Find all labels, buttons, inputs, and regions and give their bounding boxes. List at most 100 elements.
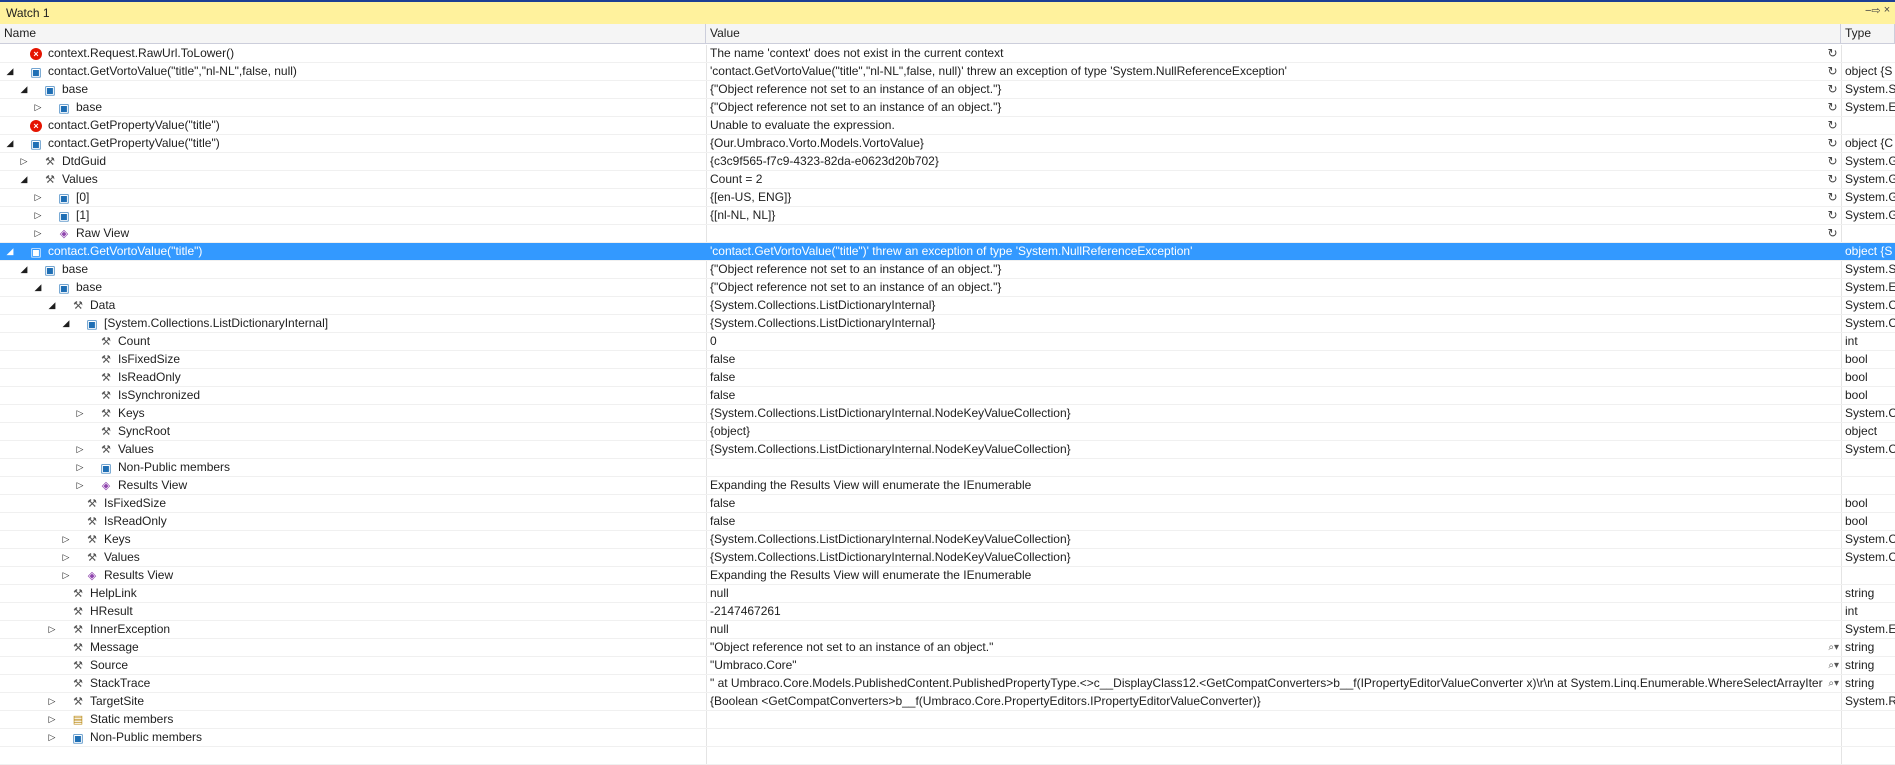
expand-arrow-icon[interactable]: ▷ [46, 711, 58, 728]
watch-value-cell[interactable]: {object} [706, 423, 1841, 440]
watch-name-cell[interactable]: ▷ ◈ Raw View [0, 225, 706, 242]
watch-name-cell[interactable]: ▷ ⚒ TargetSite [0, 693, 706, 710]
watch-row[interactable]: ◢ ▣ base {"Object reference not set to an i… [0, 261, 1895, 279]
watch-name-cell[interactable]: ▷ ▣ Non-Public members [0, 729, 706, 746]
watch-value-cell[interactable]: Unable to evaluate the expression. ↻ [706, 117, 1841, 134]
watch-value-cell[interactable]: " at Umbraco.Core.Models.PublishedConten… [706, 675, 1841, 692]
watch-row[interactable]: ▷ ⚒ InnerException null System.E [0, 621, 1895, 639]
column-header-value[interactable]: Value [706, 24, 1841, 43]
expand-arrow-icon[interactable]: ▷ [74, 477, 86, 494]
watch-row[interactable]: ◢ ▣ [System.Collections.ListDictionaryInte… [0, 315, 1895, 333]
watch-row[interactable]: ◢ ⚒ Values Count = 2 ↻ System.G [0, 171, 1895, 189]
watch-row[interactable]: ⚒ IsSynchronized false bool [0, 387, 1895, 405]
watch-value-cell[interactable]: {Boolean <GetCompatConverters>b__f(Umbra… [706, 693, 1841, 710]
watch-name-cell[interactable]: ▷ ▣ [1] [0, 207, 706, 224]
watch-name-cell[interactable]: ⚒ Message [0, 639, 706, 656]
expand-arrow-icon[interactable]: ▷ [46, 693, 58, 710]
expand-arrow-icon[interactable]: ▷ [74, 459, 86, 476]
expand-arrow-icon[interactable]: ▷ [32, 99, 44, 116]
expand-arrow-icon[interactable]: ▷ [32, 225, 44, 242]
watch-row[interactable]: ⚒ IsFixedSize false bool [0, 495, 1895, 513]
expand-arrow-icon[interactable]: ▷ [60, 549, 72, 566]
watch-name-cell[interactable]: ⚒ Count [0, 333, 706, 350]
watch-name-cell[interactable]: ◢ ▣ contact.GetVortoValue("title") [0, 243, 706, 260]
watch-name-cell[interactable]: ⚒ SyncRoot [0, 423, 706, 440]
watch-value-cell[interactable]: {System.Collections.ListDictionaryIntern… [706, 549, 1841, 566]
expand-arrow-icon[interactable]: ▷ [32, 189, 44, 206]
watch-row[interactable]: ⚒ Count 0 int [0, 333, 1895, 351]
watch-row[interactable]: ⚒ IsFixedSize false bool [0, 351, 1895, 369]
watch-name-cell[interactable]: ▷ ⚒ DtdGuid [0, 153, 706, 170]
watch-name-cell[interactable]: ⚒ Source [0, 657, 706, 674]
watch-value-cell[interactable]: {System.Collections.ListDictionaryIntern… [706, 441, 1841, 458]
watch-row[interactable]: ◢ ▣ base {"Object reference not set to an i… [0, 81, 1895, 99]
watch-row[interactable]: × context.Request.RawUrl.ToLower() The nam… [0, 45, 1895, 63]
watch-row[interactable]: ▷ ⚒ DtdGuid {c3c9f565-f7c9-4323-82da-e0623d… [0, 153, 1895, 171]
watch-value-cell[interactable]: "Umbraco.Core" ⌕▾ [706, 657, 1841, 674]
watch-name-cell[interactable]: ⚒ HResult [0, 603, 706, 620]
watch-value-cell[interactable]: {c3c9f565-f7c9-4323-82da-e0623d20b702} ↻ [706, 153, 1841, 170]
watch-value-cell[interactable]: Expanding the Results View will enumerat… [706, 477, 1841, 494]
watch-row[interactable]: ▷ ◈ Results View Expanding the Results View… [0, 477, 1895, 495]
refresh-icon[interactable]: ↻ [1826, 209, 1839, 222]
watch-row[interactable]: ◢ ▣ contact.GetVortoValue("title") 'contact… [0, 243, 1895, 261]
collapse-arrow-icon[interactable]: ◢ [60, 315, 72, 332]
watch-name-cell[interactable]: ▷ ⚒ InnerException [0, 621, 706, 638]
watch-name-cell[interactable]: ⚒ HelpLink [0, 585, 706, 602]
watch-name-cell[interactable]: ⚒ IsSynchronized [0, 387, 706, 404]
watch-value-cell[interactable]: {"Object reference not set to an instanc… [706, 261, 1841, 278]
collapse-arrow-icon[interactable]: ◢ [4, 243, 16, 260]
watch-row[interactable]: ▷ ⚒ Values {System.Collections.ListDictiona… [0, 441, 1895, 459]
expand-arrow-icon[interactable]: ▷ [46, 621, 58, 638]
watch-name-cell[interactable]: × contact.GetPropertyValue("title") [0, 117, 706, 134]
watch-name-cell[interactable]: ⚒ IsReadOnly [0, 369, 706, 386]
watch-row[interactable]: ▷ ⚒ Keys {System.Collections.ListDictionary… [0, 405, 1895, 423]
watch-name-cell[interactable]: ▷ ⚒ Values [0, 441, 706, 458]
watch-name-cell[interactable]: ◢ ▣ base [0, 261, 706, 278]
watch-name-cell[interactable]: ◢ ⚒ Data [0, 297, 706, 314]
collapse-arrow-icon[interactable]: ◢ [4, 135, 16, 152]
watch-value-cell[interactable]: {System.Collections.ListDictionaryIntern… [706, 315, 1841, 332]
watch-value-cell[interactable]: Count = 2 ↻ [706, 171, 1841, 188]
watch-name-cell[interactable]: ▷ ◈ Results View [0, 477, 706, 494]
expand-arrow-icon[interactable]: ▷ [18, 153, 30, 170]
watch-name-cell[interactable]: ⚒ IsReadOnly [0, 513, 706, 530]
expand-arrow-icon[interactable]: ▷ [74, 405, 86, 422]
watch-name-cell[interactable] [0, 747, 706, 764]
watch-row[interactable]: ▷ ⚒ Values {System.Collections.ListDictiona… [0, 549, 1895, 567]
watch-value-cell[interactable]: false [706, 387, 1841, 404]
watch-value-cell[interactable]: The name 'context' does not exist in the… [706, 45, 1841, 62]
watch-name-cell[interactable]: ▷ ⚒ Keys [0, 531, 706, 548]
watch-value-cell[interactable]: null [706, 585, 1841, 602]
collapse-arrow-icon[interactable]: ◢ [4, 63, 16, 80]
watch-value-cell[interactable]: ↻ [706, 225, 1841, 242]
watch-name-cell[interactable]: ▷ ▤ Static members [0, 711, 706, 728]
watch-row[interactable] [0, 747, 1895, 765]
collapse-arrow-icon[interactable]: ◢ [18, 81, 30, 98]
watch-name-cell[interactable]: ◢ ▣ base [0, 279, 706, 296]
watch-value-cell[interactable] [706, 711, 1841, 728]
watch-name-cell[interactable]: ⚒ IsFixedSize [0, 351, 706, 368]
watch-row[interactable]: ⚒ Message "Object reference not set to an … [0, 639, 1895, 657]
refresh-icon[interactable]: ↻ [1826, 101, 1839, 114]
watch-value-cell[interactable]: 'contact.GetVortoValue("title","nl-NL",f… [706, 63, 1841, 80]
watch-value-cell[interactable]: false [706, 351, 1841, 368]
expand-arrow-icon[interactable]: ▷ [74, 441, 86, 458]
watch-row[interactable]: ▷ ▣ Non-Public members [0, 459, 1895, 477]
watch-row[interactable]: ▷ ▣ Non-Public members [0, 729, 1895, 747]
watch-value-cell[interactable]: {System.Collections.ListDictionaryIntern… [706, 531, 1841, 548]
refresh-icon[interactable]: ↻ [1826, 227, 1839, 240]
refresh-icon[interactable]: ↻ [1826, 191, 1839, 204]
refresh-icon[interactable]: ↻ [1826, 83, 1839, 96]
watch-value-cell[interactable]: {"Object reference not set to an instanc… [706, 279, 1841, 296]
expand-arrow-icon[interactable]: ▷ [46, 729, 58, 746]
watch-value-cell[interactable]: Expanding the Results View will enumerat… [706, 567, 1841, 584]
watch-row[interactable]: ⚒ IsReadOnly false bool [0, 369, 1895, 387]
watch-value-cell[interactable]: {"Object reference not set to an instanc… [706, 99, 1841, 116]
watch-value-cell[interactable]: -2147467261 [706, 603, 1841, 620]
collapse-arrow-icon[interactable]: ◢ [18, 171, 30, 188]
refresh-icon[interactable]: ↻ [1826, 47, 1839, 60]
watch-row[interactable]: ▷ ▣ base {"Object reference not set to an i… [0, 99, 1895, 117]
pin-icon[interactable]: −⇨ [1865, 4, 1881, 17]
watch-value-cell[interactable]: 0 [706, 333, 1841, 350]
